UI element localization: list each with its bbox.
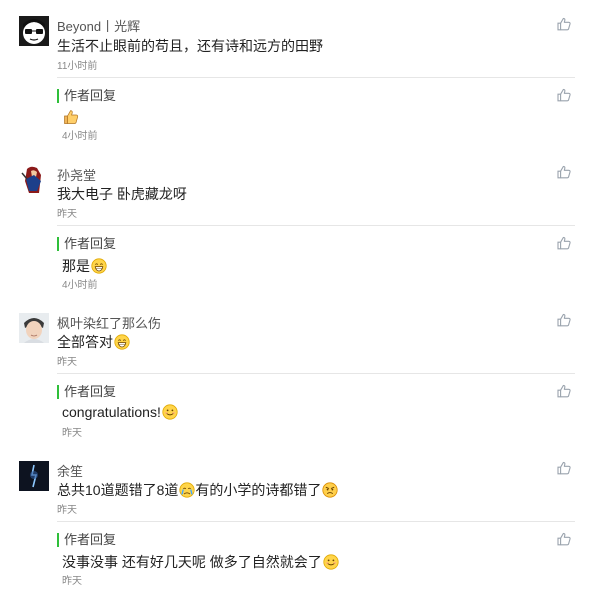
- comment-text-part-2: 有的小学的诗都错了: [195, 482, 322, 498]
- comment-text-content: 全部答对: [57, 334, 113, 350]
- author-reply-label: 作者回复: [57, 533, 116, 547]
- reply-text: 没事没事 还有好几天呢 做多了自然就会了: [62, 552, 339, 572]
- reply-text-content: congratulations!: [62, 404, 161, 420]
- avatar[interactable]: [19, 16, 49, 46]
- reply-time: 4小时前: [62, 131, 98, 142]
- like-icon[interactable]: [557, 165, 571, 179]
- comment-text: 全部答对: [57, 332, 130, 352]
- author-reply: 作者回复 4小时前: [57, 77, 575, 146]
- author-reply: 作者回复 congratulations! 昨天: [57, 373, 575, 444]
- comment-text: 生活不止眼前的苟且，还有诗和远方的田野: [57, 38, 323, 54]
- like-icon[interactable]: [557, 236, 571, 250]
- reply-text: [62, 109, 79, 125]
- comment-text: 总共10道题错了8道 有的小学的诗都错了: [57, 480, 338, 500]
- comment-time: 11小时前: [57, 61, 98, 72]
- reply-text-content: 那是: [62, 258, 90, 274]
- reply-text: 那是: [62, 256, 107, 276]
- reply-text-content: 没事没事 还有好几天呢 做多了自然就会了: [62, 554, 322, 570]
- comment-username[interactable]: 枫叶染红了那么伤: [57, 313, 161, 332]
- comment-username[interactable]: 孙尧堂: [57, 165, 96, 184]
- grin-emoji: [91, 258, 107, 274]
- avatar[interactable]: [19, 461, 49, 491]
- thumbs-up-emoji: [63, 109, 79, 125]
- like-icon[interactable]: [557, 461, 571, 475]
- author-reply-label: 作者回复: [57, 385, 116, 399]
- comment-text-part-1: 总共10道题错了8道: [57, 482, 179, 498]
- comment-time: 昨天: [57, 209, 77, 220]
- avatar[interactable]: [19, 313, 49, 343]
- smile-emoji: [162, 404, 178, 420]
- crying-emoji: [179, 482, 195, 498]
- grin-emoji: [114, 334, 130, 350]
- avatar[interactable]: [19, 165, 49, 195]
- comment-username[interactable]: Beyond丨光辉: [57, 16, 140, 35]
- reply-time: 昨天: [62, 576, 82, 587]
- author-reply-label: 作者回复: [57, 237, 116, 251]
- like-icon[interactable]: [557, 17, 571, 31]
- reply-text: congratulations!: [62, 404, 178, 420]
- reply-time: 昨天: [62, 428, 82, 439]
- author-reply: 作者回复 那是 4小时前: [57, 225, 575, 296]
- comment-time: 昨天: [57, 505, 77, 516]
- author-reply: 作者回复 没事没事 还有好几天呢 做多了自然就会了 昨天: [57, 521, 575, 590]
- comment-time: 昨天: [57, 357, 77, 368]
- comment-text: 我大电子 卧虎藏龙呀: [57, 186, 187, 202]
- like-icon[interactable]: [557, 384, 571, 398]
- like-icon[interactable]: [557, 88, 571, 102]
- angry-emoji: [322, 482, 338, 498]
- comment-username[interactable]: 余笙: [57, 461, 83, 480]
- like-icon[interactable]: [557, 313, 571, 327]
- reply-time: 4小时前: [62, 280, 98, 291]
- like-icon[interactable]: [557, 532, 571, 546]
- author-reply-label: 作者回复: [57, 89, 116, 103]
- smile-emoji: [323, 554, 339, 570]
